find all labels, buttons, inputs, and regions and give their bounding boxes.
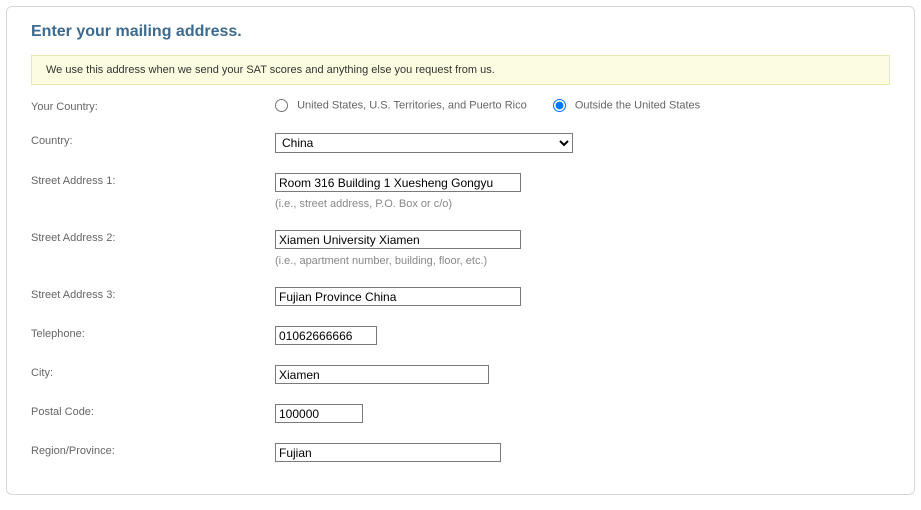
label-telephone: Telephone: (31, 326, 275, 340)
notice-banner: We use this address when we send your SA… (31, 55, 890, 85)
mailing-address-panel: Enter your mailing address. We use this … (6, 6, 915, 495)
your-country-radio-group: United States, U.S. Territories, and Pue… (275, 99, 890, 112)
street2-hint: (i.e., apartment number, building, floor… (275, 255, 890, 267)
radio-option-us[interactable]: United States, U.S. Territories, and Pue… (275, 99, 527, 112)
radio-option-outside[interactable]: Outside the United States (553, 99, 700, 112)
label-postal: Postal Code: (31, 404, 275, 418)
row-telephone: Telephone: (31, 326, 890, 345)
label-street3: Street Address 3: (31, 287, 275, 301)
label-city: City: (31, 365, 275, 379)
row-postal: Postal Code: (31, 404, 890, 423)
row-street3: Street Address 3: (31, 287, 890, 306)
radio-us[interactable] (275, 99, 288, 112)
radio-us-label: United States, U.S. Territories, and Pue… (297, 99, 527, 111)
country-select[interactable]: China (275, 133, 573, 153)
telephone-input[interactable] (275, 326, 377, 345)
label-your-country: Your Country: (31, 99, 275, 113)
street1-input[interactable] (275, 173, 521, 192)
street3-input[interactable] (275, 287, 521, 306)
label-region: Region/Province: (31, 443, 275, 457)
city-input[interactable] (275, 365, 489, 384)
radio-outside[interactable] (553, 99, 566, 112)
page-title: Enter your mailing address. (31, 23, 890, 41)
row-your-country: Your Country: United States, U.S. Territ… (31, 99, 890, 113)
label-street1: Street Address 1: (31, 173, 275, 187)
row-street1: Street Address 1: (i.e., street address,… (31, 173, 890, 210)
region-input[interactable] (275, 443, 501, 462)
street2-input[interactable] (275, 230, 521, 249)
postal-input[interactable] (275, 404, 363, 423)
label-country: Country: (31, 133, 275, 147)
row-street2: Street Address 2: (i.e., apartment numbe… (31, 230, 890, 267)
row-city: City: (31, 365, 890, 384)
street1-hint: (i.e., street address, P.O. Box or c/o) (275, 198, 890, 210)
row-country: Country: China (31, 133, 890, 153)
label-street2: Street Address 2: (31, 230, 275, 244)
row-region: Region/Province: (31, 443, 890, 462)
radio-outside-label: Outside the United States (575, 99, 700, 111)
